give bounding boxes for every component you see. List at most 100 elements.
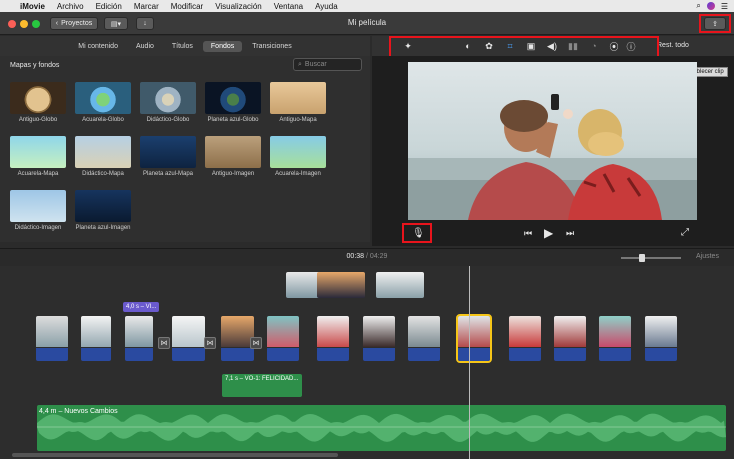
skip-back-icon[interactable]: ⏮ [524,228,532,239]
notification-center-icon[interactable]: ☰ [721,2,728,11]
clip-thumbnail [267,316,299,347]
transition-icon[interactable]: ⋈ [158,337,170,349]
search-field[interactable]: ⌕ Buscar [293,58,362,71]
background-thumbnail [10,190,66,222]
timeline-clip[interactable] [317,316,349,361]
zoom-slider-handle[interactable] [639,254,645,262]
timeline-clip[interactable] [554,316,586,361]
clip-audio [554,348,586,361]
skip-forward-icon[interactable]: ⏭ [566,228,574,239]
clip-thumbnail [599,316,631,347]
timeline-clip[interactable] [363,316,395,361]
broll-clip[interactable] [317,272,365,298]
play-icon[interactable]: ▶ [544,226,553,240]
highlight-voiceover [402,223,432,243]
menu-modificar[interactable]: Modificar [165,2,209,11]
clip-thumbnail [509,316,541,347]
broll-clip[interactable] [376,272,424,298]
viewer-toolbar: ✦ ◐ ✿ ⌗ ▣ ◀) ▮▮ ◔ ⦿ ⓘ Rest. todo [372,36,734,58]
background-item[interactable]: Antiguo-Mapa [270,82,326,124]
tab-audio[interactable]: Audio [128,41,162,52]
timeline-clip[interactable] [645,316,677,361]
timeline-clip[interactable] [408,316,440,361]
background-item[interactable]: Didáctico-Globo [140,82,196,124]
clip-thumbnail [172,316,205,347]
clip-thumbnail [317,316,349,347]
background-thumbnail [75,190,131,222]
search-icon[interactable]: ⌕ [696,1,700,11]
background-item[interactable]: Acuarela-Globo [75,82,131,124]
clip-audio [599,348,631,361]
background-item[interactable]: Acuarela-Imagen [270,136,326,178]
video-preview[interactable] [408,62,697,220]
horizontal-scrollbar[interactable] [12,453,338,457]
transition-icon[interactable]: ⋈ [204,337,216,349]
timeline-clip[interactable] [125,316,153,361]
clip-thumbnail [363,316,395,347]
timeline-clip[interactable] [509,316,541,361]
timeline-clip[interactable] [599,316,631,361]
background-thumbnail [10,136,66,168]
tab-transiciones[interactable]: Transiciones [244,41,299,52]
tab-titulos[interactable]: Títulos [164,41,201,52]
tab-mi-contenido[interactable]: Mi contenido [70,41,126,52]
video-frame [408,62,697,220]
clip-audio [81,348,111,361]
menu-visualizacion[interactable]: Visualización [209,2,268,11]
clip-audio [509,348,541,361]
music-waveform [37,413,726,442]
timeline-clip[interactable] [172,316,205,361]
zoom-slider[interactable] [621,254,681,262]
transition-icon[interactable]: ⋈ [250,337,262,349]
title-tag[interactable]: 4,0 s – VI... [123,302,160,312]
menu-ventana[interactable]: Ventana [268,2,309,11]
background-thumbnail [75,82,131,114]
background-label: Didáctico-Mapa [82,171,124,177]
background-item[interactable]: Antiguo-Imagen [205,136,261,178]
playhead[interactable] [469,266,470,459]
menu-marcar[interactable]: Marcar [128,2,165,11]
background-item[interactable]: Acuarela-Mapa [10,136,66,178]
menu-bar: iMovie Archivo Edición Marcar Modificar … [0,0,734,12]
clip-thumbnail [81,316,111,347]
fullscreen-icon[interactable]: ⤢ [681,227,689,238]
background-item[interactable]: Didáctico-Imagen [10,190,66,232]
clip-audio [458,348,490,361]
clip-thumbnail [458,316,490,347]
highlight-tools [389,36,659,58]
background-label: Didáctico-Imagen [14,225,62,231]
settings-button[interactable]: Ajustes [696,253,719,260]
background-thumbnail [205,136,261,168]
background-label: Acuarela-Mapa [17,171,59,177]
background-item[interactable]: Antiguo-Globo [10,82,66,124]
menu-app[interactable]: iMovie [14,2,51,11]
clip-thumbnail [645,316,677,347]
background-item[interactable]: Planeta azul-Globo [205,82,261,124]
tab-fondos[interactable]: Fondos [202,40,243,52]
background-label: Antiguo-Globo [18,117,58,123]
menu-edicion[interactable]: Edición [90,2,128,11]
timeline-clip[interactable] [36,316,68,361]
background-thumbnail [75,136,131,168]
background-label: Antiguo-Imagen [211,171,255,177]
background-item[interactable]: Didáctico-Mapa [75,136,131,178]
current-time: 00:38 [346,253,365,260]
clip-thumbnail [554,316,586,347]
timeline-clip[interactable] [456,314,492,363]
background-item[interactable]: Planeta azul-Mapa [140,136,196,178]
timeline-clip[interactable] [81,316,111,361]
music-track[interactable]: 4,4 m – Nuevos Cambios [37,405,726,451]
clip-audio [408,348,440,361]
voiceover-label: 7,1 s – VO-1: FELICIDAD... [225,376,299,382]
menu-archivo[interactable]: Archivo [51,2,90,11]
voiceover-tag[interactable]: 7,1 s – VO-1: FELICIDAD... [222,374,302,397]
menu-ayuda[interactable]: Ayuda [309,2,344,11]
siri-icon[interactable] [706,2,715,10]
background-label: Acuarela-Imagen [275,171,321,177]
clip-audio [172,348,205,361]
timeline-clip[interactable] [267,316,299,361]
viewer: Restablecer clip 🎙 ⏮ ▶ ⏭ ⤢ [372,56,734,246]
reset-all-button[interactable]: Rest. todo [657,42,689,49]
background-item[interactable]: Planeta azul-Imagen [75,190,131,232]
background-label: Planeta azul-Mapa [142,171,194,177]
